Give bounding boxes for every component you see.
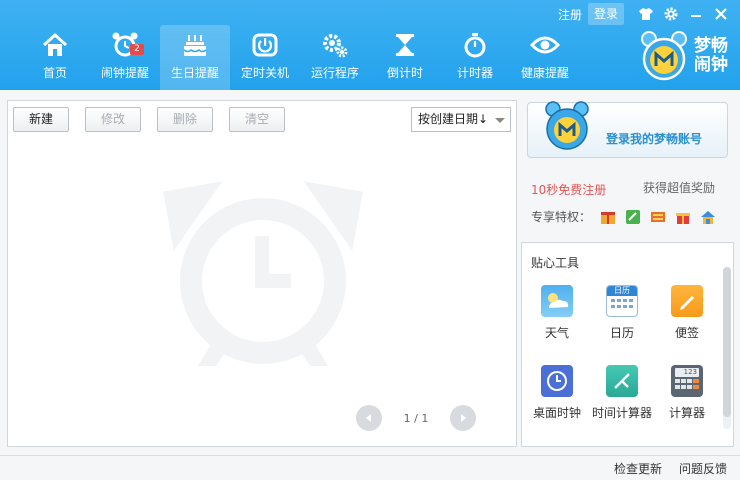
- list-toolbar: 新建 修改 删除 清空: [13, 107, 301, 132]
- mascot-avatar-icon: [545, 101, 589, 150]
- skin-shirt-icon[interactable]: [635, 3, 657, 25]
- close-icon[interactable]: [710, 3, 732, 25]
- reward-link[interactable]: 获得超值奖励: [643, 179, 715, 196]
- tool-label: 计算器: [668, 406, 705, 420]
- birthday-cake-icon: [180, 30, 210, 60]
- hourglass-icon: [390, 30, 420, 60]
- nav-alarm[interactable]: 2 闹钟提醒: [90, 25, 160, 90]
- free-register-link[interactable]: 10秒免费注册: [531, 181, 606, 198]
- nav-home[interactable]: 首页: [20, 25, 90, 90]
- tool-time-calculator[interactable]: 时间计算器: [589, 365, 655, 421]
- privileges-row: 专享特权：: [531, 208, 716, 225]
- ticket-privilege-icon[interactable]: [650, 209, 666, 225]
- tool-sticky-note[interactable]: 便签: [654, 285, 720, 341]
- edit-button[interactable]: 修改: [85, 107, 141, 132]
- brand-line-1: 梦畅: [694, 36, 728, 56]
- next-page-button[interactable]: [450, 405, 476, 431]
- tools-title: 贴心工具: [531, 256, 580, 270]
- power-icon: [250, 30, 280, 60]
- feedback-link[interactable]: 问题反馈: [679, 460, 727, 477]
- eye-icon: [530, 30, 560, 60]
- sort-dropdown[interactable]: 按创建日期↓: [411, 107, 511, 132]
- prev-page-button[interactable]: [356, 405, 382, 431]
- home-icon: [40, 30, 70, 60]
- time-calculator-icon: [606, 365, 638, 397]
- nav-health[interactable]: 健康提醒: [510, 25, 580, 90]
- calculator-icon: 123: [671, 365, 703, 397]
- nav-label: 首页: [42, 66, 67, 80]
- login-prompt: 登录我的梦畅账号: [606, 132, 703, 146]
- calculator-display: 123: [675, 368, 699, 377]
- sort-label: 按创建日期↓: [418, 112, 489, 126]
- tool-desktop-clock[interactable]: 桌面时钟: [524, 365, 590, 421]
- system-controls: 注册 登录: [552, 3, 732, 25]
- nav-label: 运行程序: [310, 66, 359, 80]
- birthday-list-panel: 新建 修改 删除 清空 按创建日期↓ 1 / 1: [7, 100, 517, 447]
- scrollbar-thumb[interactable]: [723, 267, 731, 417]
- nav-birthday[interactable]: 生日提醒: [160, 25, 230, 90]
- tool-label: 日历: [609, 326, 634, 340]
- gift-privilege-icon[interactable]: [600, 209, 616, 225]
- login-link[interactable]: 登录: [587, 3, 624, 25]
- brand-name: 梦畅 闹钟: [694, 37, 728, 75]
- check-update-link[interactable]: 检查更新: [614, 460, 662, 477]
- nav-label: 健康提醒: [520, 66, 569, 80]
- nav-label: 闹钟提醒: [100, 66, 149, 80]
- brand-line-2: 闹钟: [694, 55, 728, 75]
- minimize-icon[interactable]: [685, 3, 707, 25]
- tool-label: 天气: [544, 326, 569, 340]
- calendar-icon-header: 日历: [607, 286, 637, 296]
- settings-gear-icon[interactable]: [660, 3, 682, 25]
- chevron-down-icon: [495, 118, 505, 123]
- status-bar: 检查更新 问题反馈: [0, 455, 740, 480]
- privileges-label: 专享特权：: [531, 210, 592, 224]
- arrow-left-icon: [366, 414, 371, 422]
- clear-button[interactable]: 清空: [229, 107, 285, 132]
- brand-logo: 梦畅 闹钟: [636, 30, 728, 82]
- nav-run-program[interactable]: 运行程序: [300, 25, 370, 90]
- tools-scrollbar[interactable]: [723, 267, 731, 429]
- nav-label: 定时关机: [240, 66, 289, 80]
- stopwatch-icon: [460, 30, 490, 60]
- gears-icon: [320, 30, 350, 60]
- top-bar: 注册 登录 首页 2 闹钟提醒 生日提醒 定时关机 运行程序 倒计时 计时器 健…: [0, 0, 740, 90]
- nav-label: 倒计时: [386, 66, 423, 80]
- arrow-right-icon: [461, 414, 466, 422]
- tool-calendar[interactable]: 日历 日历: [589, 285, 655, 341]
- nav-timer[interactable]: 计时器: [440, 25, 510, 90]
- delete-button[interactable]: 删除: [157, 107, 213, 132]
- green-tag-privilege-icon[interactable]: [625, 209, 641, 225]
- nav-countdown[interactable]: 倒计时: [370, 25, 440, 90]
- register-link[interactable]: 注册: [552, 6, 588, 23]
- tool-label: 桌面时钟: [532, 406, 581, 420]
- brand-mascot-icon: [641, 31, 687, 81]
- nav-label: 计时器: [456, 66, 493, 80]
- nav-label: 生日提醒: [170, 66, 219, 80]
- tool-calculator[interactable]: 123 计算器: [654, 365, 720, 421]
- present-privilege-icon[interactable]: [675, 209, 691, 225]
- tool-weather[interactable]: 天气: [524, 285, 590, 341]
- weather-icon: [541, 285, 573, 317]
- main-nav: 首页 2 闹钟提醒 生日提醒 定时关机 运行程序 倒计时 计时器 健康提醒: [20, 25, 580, 90]
- account-login-card[interactable]: 登录我的梦畅账号: [527, 101, 728, 158]
- empty-alarm-watermark-icon: [163, 181, 363, 366]
- tool-label: 时间计算器: [591, 406, 652, 420]
- house-privilege-icon[interactable]: [700, 209, 716, 225]
- alarm-count-badge: 2: [130, 44, 144, 55]
- nav-shutdown[interactable]: 定时关机: [230, 25, 300, 90]
- page-indicator: 1 / 1: [403, 411, 429, 425]
- tool-label: 便签: [674, 326, 699, 340]
- note-icon: [671, 285, 703, 317]
- new-button[interactable]: 新建: [13, 107, 69, 132]
- desktop-clock-icon: [541, 365, 573, 397]
- calendar-icon: 日历: [606, 285, 638, 317]
- handy-tools-panel: 贴心工具 天气 日历 日历 便签 桌面时钟 时间计算器 123 计算器: [521, 242, 734, 447]
- pagination: 1 / 1: [356, 405, 476, 431]
